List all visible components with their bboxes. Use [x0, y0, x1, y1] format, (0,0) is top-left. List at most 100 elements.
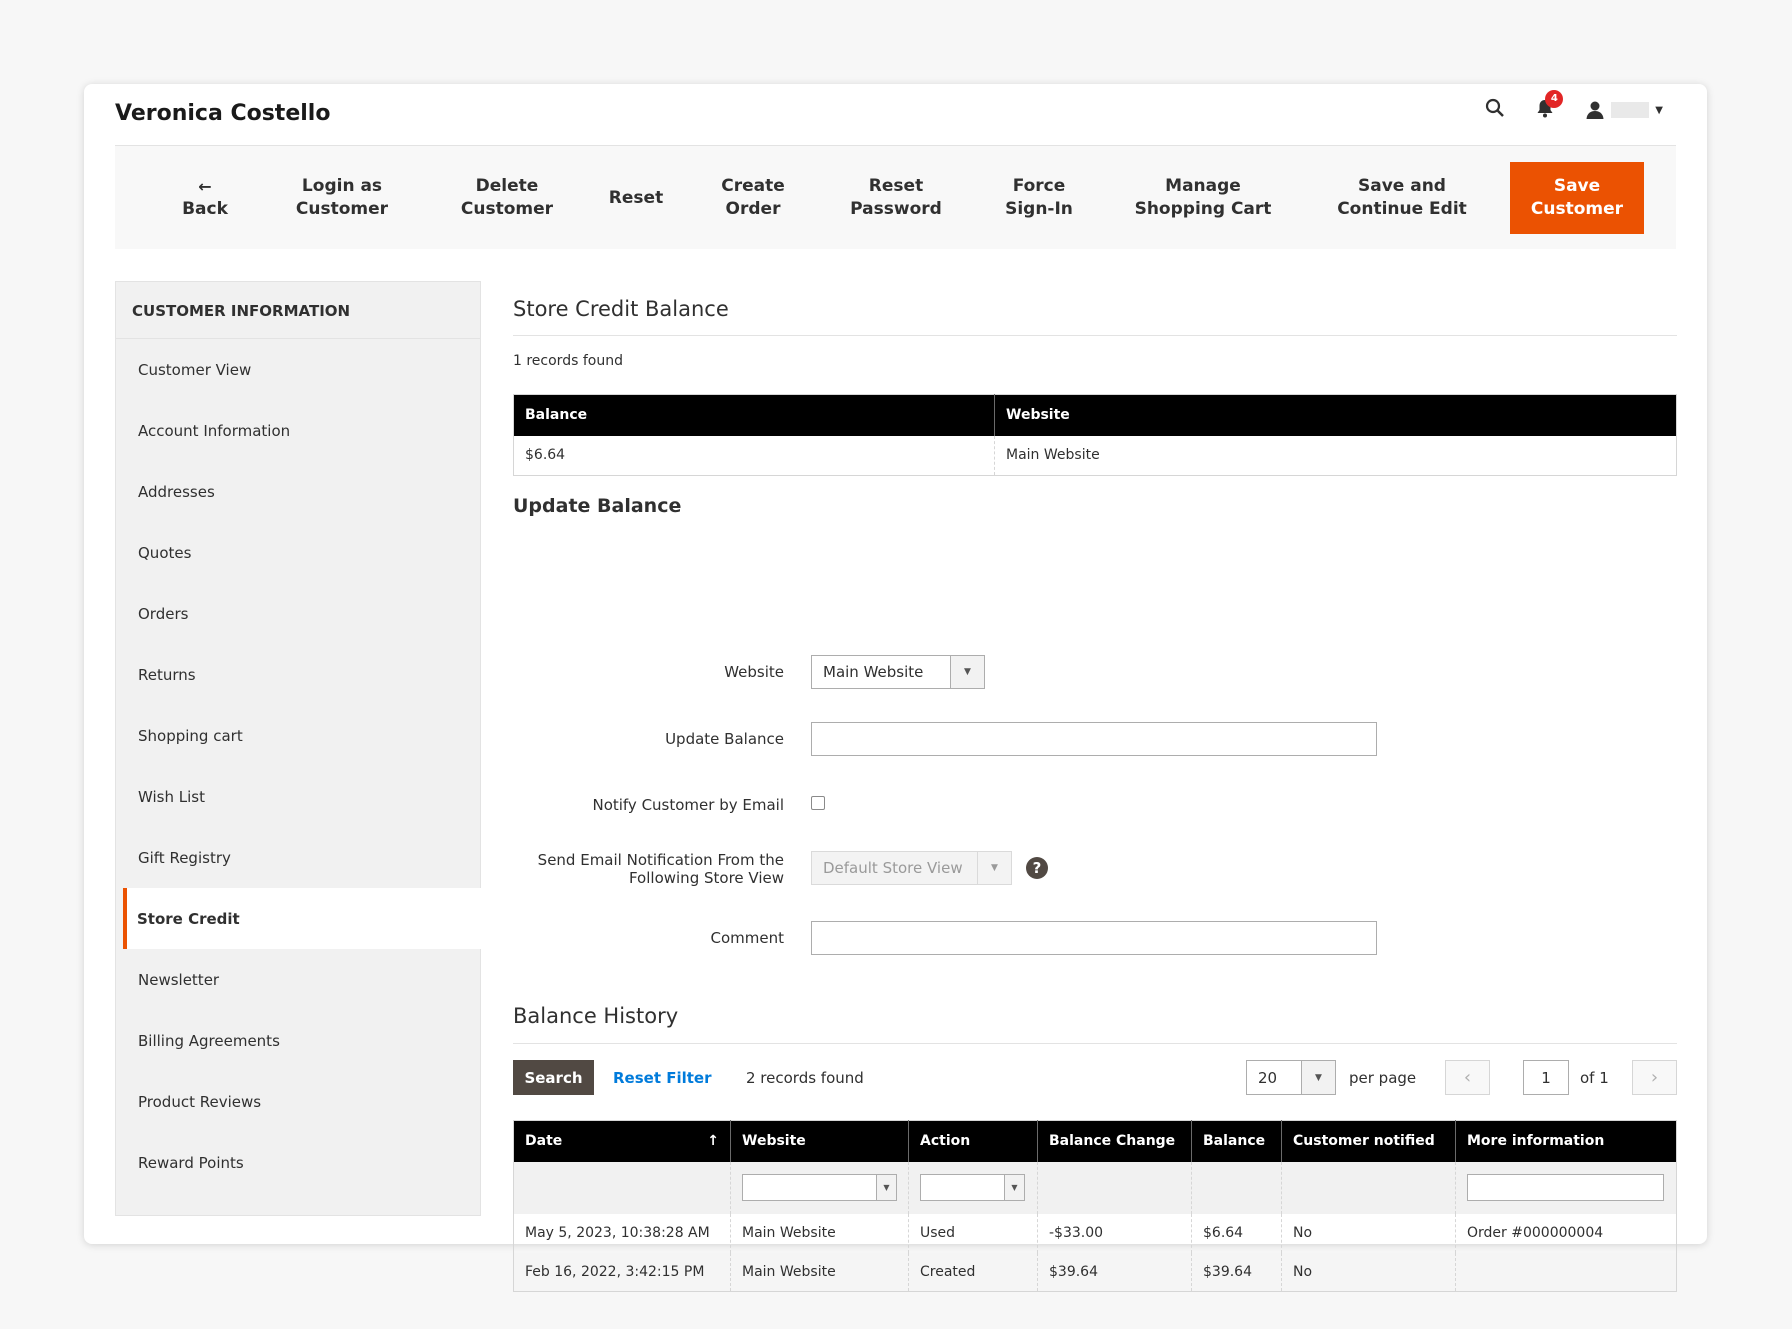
user-menu[interactable]: ▼ — [1585, 100, 1663, 120]
create-order-label-2: Order — [725, 199, 781, 219]
chevron-right-icon: › — [1650, 1067, 1659, 1088]
next-page-button[interactable]: › — [1632, 1060, 1677, 1095]
login-as-customer-button[interactable]: Login as Customer — [296, 146, 388, 250]
reset-password-button[interactable]: Reset Password — [850, 146, 942, 250]
sidebar-item-shopping-cart[interactable]: Shopping cart — [116, 705, 480, 766]
save-customer-button[interactable]: Save Customer — [1510, 162, 1644, 234]
sidebar-item-wish-list[interactable]: Wish List — [116, 766, 480, 827]
sidebar-item-quotes[interactable]: Quotes — [116, 522, 480, 583]
login-as-customer-label-2: Customer — [295, 199, 389, 219]
search-button[interactable]: Search — [513, 1060, 594, 1095]
sidebar-item-label: Gift Registry — [138, 848, 231, 867]
sidebar-item-addresses[interactable]: Addresses — [116, 461, 480, 522]
sidebar-item-billing-agreements[interactable]: Billing Agreements — [116, 1010, 480, 1071]
cell-balance-change: $39.64 — [1037, 1252, 1192, 1292]
notify-customer-label: Notify Customer by Email — [592, 796, 784, 814]
user-name-placeholder — [1611, 102, 1650, 118]
sidebar-item-gift-registry[interactable]: Gift Registry — [116, 827, 480, 888]
cell-customer-notified: No — [1281, 1213, 1456, 1253]
sidebar-item-orders[interactable]: Orders — [116, 583, 480, 644]
filter-cell-balance — [1191, 1161, 1282, 1214]
website-label: Website — [724, 663, 784, 681]
balance-history-title: Balance History — [513, 1004, 679, 1028]
create-order-button[interactable]: Create Order — [721, 146, 785, 250]
user-icon — [1586, 101, 1604, 119]
more-information-filter-input[interactable] — [1467, 1174, 1664, 1201]
update-balance-input[interactable] — [811, 722, 1377, 756]
reset-button[interactable]: Reset — [609, 146, 663, 250]
reset-password-label-1: Reset — [868, 176, 924, 196]
page-actions-bar: ← Back Login as Customer Delete Customer… — [115, 145, 1676, 249]
cell-website: Main Website — [1006, 447, 1100, 464]
back-label: Back — [182, 199, 228, 219]
cell-action: Used — [908, 1213, 1038, 1253]
column-header-action[interactable]: Action — [908, 1120, 1038, 1162]
manage-shopping-cart-button[interactable]: Manage Shopping Cart — [1135, 146, 1272, 250]
store-view-label-line1: Send Email Notification From the — [537, 851, 784, 869]
delete-customer-button[interactable]: Delete Customer — [461, 146, 553, 250]
search-icon[interactable] — [1485, 98, 1505, 122]
cell-website: Main Website — [730, 1252, 909, 1292]
previous-page-button[interactable]: ‹ — [1445, 1060, 1490, 1095]
column-header-website[interactable]: Website — [730, 1120, 909, 1162]
sidebar-item-reward-points[interactable]: Reward Points — [116, 1132, 480, 1193]
customer-edit-window: Veronica Costello 4 ▼ ← Back Login as Cu… — [84, 84, 1707, 1292]
sidebar-item-returns[interactable]: Returns — [116, 644, 480, 705]
filter-cell-action: ▼ — [908, 1161, 1038, 1214]
sidebar-items: Customer View Account Information Addresse… — [116, 339, 481, 1193]
update-balance-label: Update Balance — [665, 730, 784, 748]
sidebar-item-newsletter[interactable]: Newsletter — [116, 949, 480, 1010]
reset-password-label-2: Password — [850, 199, 942, 219]
column-header-more-information[interactable]: More information — [1455, 1120, 1677, 1162]
sidebar-item-account-information[interactable]: Account Information — [116, 400, 480, 461]
per-page-select[interactable]: 20 ▼ — [1246, 1060, 1336, 1095]
save-customer-label-1: Save — [1553, 176, 1601, 196]
force-sign-in-label-2: Sign-In — [1005, 199, 1073, 219]
table-row: Feb 16, 2022, 3:42:15 PM Main Website Cr… — [513, 1252, 1677, 1292]
website-filter-select[interactable]: ▼ — [742, 1174, 897, 1201]
comment-label: Comment — [710, 929, 785, 947]
sidebar-item-label: Orders — [138, 604, 189, 623]
sidebar-item-label: Shopping cart — [138, 726, 243, 745]
sidebar-item-customer-view[interactable]: Customer View — [116, 339, 480, 400]
back-button[interactable]: ← Back — [182, 146, 228, 250]
chevron-down-icon: ▼ — [950, 656, 984, 688]
cell-date: Feb 16, 2022, 3:42:15 PM — [513, 1252, 731, 1292]
store-view-select[interactable]: Default Store View ▼ — [811, 851, 1012, 885]
help-icon[interactable]: ? — [1026, 857, 1048, 879]
comment-input[interactable] — [811, 921, 1377, 955]
per-page-label: per page — [1349, 1069, 1417, 1087]
sidebar-item-product-reviews[interactable]: Product Reviews — [116, 1071, 480, 1132]
per-page-value: 20 — [1258, 1069, 1278, 1087]
store-credit-table: Balance Website $6.64 Main Website — [513, 394, 1677, 476]
chevron-down-icon: ▼ — [876, 1175, 896, 1200]
filter-cell-date — [513, 1161, 731, 1214]
store-credit-records-count: 1 records found — [513, 353, 623, 369]
reset-filter-link[interactable]: Reset Filter — [613, 1069, 712, 1087]
sidebar-item-store-credit[interactable]: Store Credit — [123, 888, 481, 949]
action-filter-select[interactable]: ▼ — [920, 1174, 1025, 1201]
filter-cell-more-information — [1455, 1161, 1677, 1214]
sidebar-item-label: Addresses — [138, 482, 215, 501]
website-select[interactable]: Main Website ▼ — [811, 655, 985, 689]
cell-balance: $39.64 — [1191, 1252, 1282, 1292]
table-row: May 5, 2023, 10:38:28 AM Main Website Us… — [513, 1213, 1677, 1253]
force-sign-in-label-1: Force — [1012, 176, 1066, 196]
column-header-balance[interactable]: Balance — [1191, 1120, 1282, 1162]
sidebar-item-label: Billing Agreements — [138, 1031, 280, 1050]
notify-customer-checkbox[interactable] — [811, 796, 825, 810]
force-sign-in-button[interactable]: Force Sign-In — [1005, 146, 1073, 250]
store-credit-balance-title: Store Credit Balance — [513, 297, 729, 321]
sidebar-heading: CUSTOMER INFORMATION — [116, 282, 480, 339]
store-view-select-value: Default Store View — [823, 859, 963, 877]
customer-information-sidebar: CUSTOMER INFORMATION Customer View Accoun… — [115, 281, 481, 1216]
column-header-customer-notified[interactable]: Customer notified — [1281, 1120, 1456, 1162]
page-number-input[interactable]: 1 — [1523, 1060, 1569, 1095]
website-select-value: Main Website — [823, 663, 924, 681]
save-and-continue-button[interactable]: Save and Continue Edit — [1337, 146, 1467, 250]
notifications-bell-icon[interactable]: 4 — [1535, 90, 1564, 122]
column-header-balance-change[interactable]: Balance Change — [1037, 1120, 1192, 1162]
balance-history-table: Date ↑ Website Action Balance Change Bal… — [513, 1120, 1677, 1292]
cell-balance: $6.64 — [513, 435, 995, 476]
column-header-date[interactable]: Date ↑ — [513, 1120, 731, 1162]
